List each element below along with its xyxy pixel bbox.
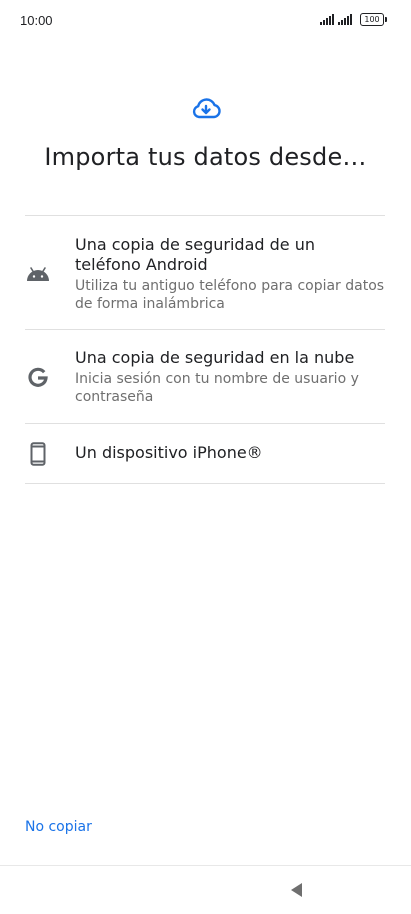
back-triangle-icon[interactable] <box>288 881 306 899</box>
option-subtitle: Utiliza tu antiguo teléfono para copiar … <box>75 278 385 312</box>
option-cloud-backup[interactable]: Una copia de seguridad en la nube Inicia… <box>25 330 385 424</box>
google-icon <box>25 364 51 390</box>
option-android-backup[interactable]: Una copia de seguridad de un teléfono An… <box>25 216 385 330</box>
signal-icon <box>320 14 334 25</box>
option-title: Un dispositivo iPhone® <box>75 443 263 462</box>
option-text: Un dispositivo iPhone® <box>75 443 385 463</box>
battery-icon: 100 <box>360 13 387 26</box>
import-options-list: Una copia de seguridad de un teléfono An… <box>25 215 385 484</box>
navigation-bar <box>0 865 411 914</box>
cloud-download-icon <box>192 98 221 119</box>
status-bar: 10:00 100 <box>0 0 411 44</box>
smartphone-icon <box>25 441 51 467</box>
option-text: Una copia de seguridad de un teléfono An… <box>75 235 385 313</box>
status-time: 10:00 <box>20 13 53 28</box>
option-title: Una copia de seguridad de un teléfono An… <box>75 235 315 274</box>
option-subtitle: Inicia sesión con tu nombre de usuario y… <box>75 371 359 405</box>
skip-copy-link[interactable]: No copiar <box>25 819 92 835</box>
page-title: Importa tus datos desde… <box>44 143 367 171</box>
option-iphone-device[interactable]: Un dispositivo iPhone® <box>25 424 385 484</box>
status-indicators: 100 <box>320 13 387 26</box>
option-text: Una copia de seguridad en la nube Inicia… <box>75 348 385 406</box>
signal-icon <box>338 14 352 25</box>
option-title: Una copia de seguridad en la nube <box>75 348 355 367</box>
android-icon <box>25 261 51 287</box>
battery-level: 100 <box>360 13 384 26</box>
